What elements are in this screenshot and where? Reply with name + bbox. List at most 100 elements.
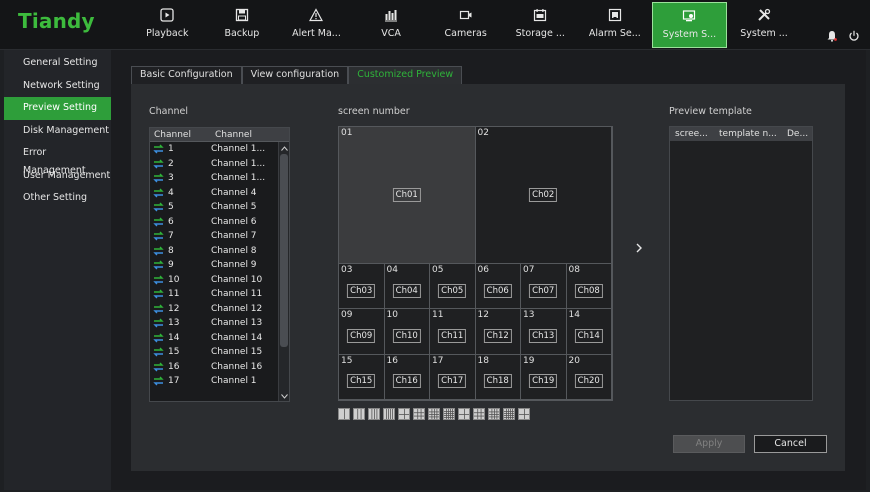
screen-cell-channel: Ch05 <box>438 283 467 298</box>
add-to-template-arrow-icon[interactable] <box>633 241 645 255</box>
screen-cell-number: 04 <box>386 265 398 275</box>
screen-cell[interactable]: 14 Ch14 <box>565 308 612 355</box>
layout-option-button[interactable] <box>458 408 470 420</box>
sidebar-item-preview-setting[interactable]: Preview Setting <box>4 97 111 120</box>
screen-cell[interactable]: 04 Ch04 <box>383 263 430 310</box>
nav-playback[interactable]: Playback <box>130 2 205 48</box>
nav-alert-management[interactable]: Alert Ma... <box>279 2 354 48</box>
channel-table: Channel Channel 1 Channel 1... 2 Channel 1.… <box>149 127 290 402</box>
main-panel: Basic Configuration View configuration C… <box>111 50 866 490</box>
layout-grid-icon <box>399 409 409 419</box>
screen-cell[interactable]: 07 Ch07 <box>520 263 567 310</box>
channel-row[interactable]: 16 Channel 16 <box>150 360 289 375</box>
channel-row[interactable]: 10 Channel 10 <box>150 273 289 288</box>
channel-row[interactable]: 7 Channel 7 <box>150 229 289 244</box>
screen-cell[interactable]: 18 Ch18 <box>474 353 521 400</box>
layout-option-button[interactable] <box>518 408 530 420</box>
channel-transfer-icon <box>153 231 164 241</box>
screen-cell[interactable]: 17 Ch17 <box>429 353 476 400</box>
channel-row[interactable]: 8 Channel 8 <box>150 244 289 259</box>
screen-cell[interactable]: 19 Ch19 <box>520 353 567 400</box>
channel-row[interactable]: 11 Channel 11 <box>150 287 289 302</box>
channel-row[interactable]: 6 Channel 6 <box>150 215 289 230</box>
tab-basic-configuration[interactable]: Basic Configuration <box>131 66 242 84</box>
nav-storage[interactable]: Storage ... <box>503 2 578 48</box>
screen-cell[interactable]: 11 Ch11 <box>429 308 476 355</box>
sidebar-item-disk-management[interactable]: Disk Management <box>4 120 111 143</box>
layout-option-button[interactable] <box>443 408 455 420</box>
channel-row[interactable]: 3 Channel 1... <box>150 171 289 186</box>
layout-option-button[interactable] <box>428 408 440 420</box>
cancel-button[interactable]: Cancel <box>754 435 827 453</box>
sidebar-item-user-management[interactable]: User Management <box>4 165 111 188</box>
channel-row[interactable]: 4 Channel 4 <box>150 186 289 201</box>
channel-row[interactable]: 9 Channel 9 <box>150 258 289 273</box>
tab-view-configuration[interactable]: View configuration <box>241 66 349 84</box>
layout-grid-icon <box>414 409 424 419</box>
channel-scrollbar-thumb[interactable] <box>280 154 288 347</box>
screen-cell[interactable]: 16 Ch16 <box>383 353 430 400</box>
power-icon[interactable] <box>848 30 860 45</box>
nav-backup[interactable]: Backup <box>205 2 280 48</box>
customized-preview-content: Channel screen number Preview template C… <box>131 84 845 471</box>
screen-cell[interactable]: 08 Ch08 <box>565 263 612 310</box>
preview-template-label: Preview template <box>669 106 752 117</box>
channel-list: 1 Channel 1... 2 Channel 1... 3 Channel 1... 4… <box>150 142 289 389</box>
playback-icon <box>160 8 174 22</box>
layout-option-button[interactable] <box>413 408 425 420</box>
channel-row[interactable]: 14 Channel 14 <box>150 331 289 346</box>
tab-customized-preview[interactable]: Customized Preview <box>348 66 463 84</box>
channel-row[interactable]: 12 Channel 12 <box>150 302 289 317</box>
screen-cell-number: 17 <box>432 355 444 366</box>
channel-row[interactable]: 5 Channel 5 <box>150 200 289 215</box>
template-name-column-header: template n... <box>719 129 777 139</box>
nav-system-maintenance[interactable]: System ... <box>727 2 802 48</box>
screen-cell-number: 01 <box>341 128 353 138</box>
channel-number-cell: 3 <box>150 173 211 183</box>
layout-option-button[interactable] <box>368 408 380 420</box>
layout-option-button[interactable] <box>353 408 365 420</box>
screen-cell[interactable]: 02 Ch02 <box>474 126 612 264</box>
nav-cameras[interactable]: Cameras <box>428 2 503 48</box>
layout-option-button[interactable] <box>473 408 485 420</box>
channel-number: 6 <box>168 216 174 227</box>
screen-cell[interactable]: 09 Ch09 <box>338 308 385 355</box>
nav-system-settings[interactable]: System S... <box>652 2 727 48</box>
screen-cell[interactable]: 01 Ch01 <box>338 126 476 264</box>
scroll-down-arrow-icon[interactable] <box>279 391 289 401</box>
sidebar-item-error-management[interactable]: Error Management <box>4 142 111 176</box>
sidebar-item-general-setting[interactable]: General Setting <box>4 52 111 75</box>
screen-cell[interactable]: 13 Ch13 <box>520 308 567 355</box>
apply-button[interactable]: Apply <box>673 435 745 453</box>
screen-cell[interactable]: 10 Ch10 <box>383 308 430 355</box>
scroll-up-arrow-icon[interactable] <box>279 143 289 153</box>
screen-cell[interactable]: 20 Ch20 <box>565 353 612 400</box>
channel-transfer-icon <box>153 159 164 169</box>
screen-cell[interactable]: 05 Ch05 <box>429 263 476 310</box>
sidebar-item-other-setting[interactable]: Other Setting <box>4 187 111 210</box>
channel-row[interactable]: 13 Channel 13 <box>150 316 289 331</box>
channel-transfer-icon <box>153 362 164 372</box>
screen-cell-channel: Ch17 <box>438 374 467 389</box>
notification-bell-icon[interactable] <box>826 30 838 45</box>
screen-cell[interactable]: 03 Ch03 <box>338 263 385 310</box>
layout-option-button[interactable] <box>338 408 350 420</box>
sidebar-item-network-setting[interactable]: Network Setting <box>4 75 111 98</box>
screen-cell[interactable]: 15 Ch15 <box>338 353 385 400</box>
layout-option-button[interactable] <box>398 408 410 420</box>
nav-alarm-settings[interactable]: Alarm Se... <box>578 2 653 48</box>
screen-cell[interactable]: 12 Ch12 <box>474 308 521 355</box>
channel-number: 4 <box>168 187 174 198</box>
nav-vca[interactable]: VCA <box>354 2 429 48</box>
channel-number-cell: 14 <box>150 333 211 343</box>
preview-tabs: Basic Configuration View configuration C… <box>131 66 463 84</box>
layout-option-button[interactable] <box>383 408 395 420</box>
layout-option-button[interactable] <box>503 408 515 420</box>
channel-row[interactable]: 1 Channel 1... <box>150 142 289 157</box>
channel-row[interactable]: 17 Channel 1 <box>150 374 289 389</box>
channel-row[interactable]: 15 Channel 15 <box>150 345 289 360</box>
screen-cell[interactable]: 06 Ch06 <box>474 263 521 310</box>
channel-scrollbar[interactable] <box>278 142 289 401</box>
channel-row[interactable]: 2 Channel 1... <box>150 157 289 172</box>
layout-option-button[interactable] <box>488 408 500 420</box>
